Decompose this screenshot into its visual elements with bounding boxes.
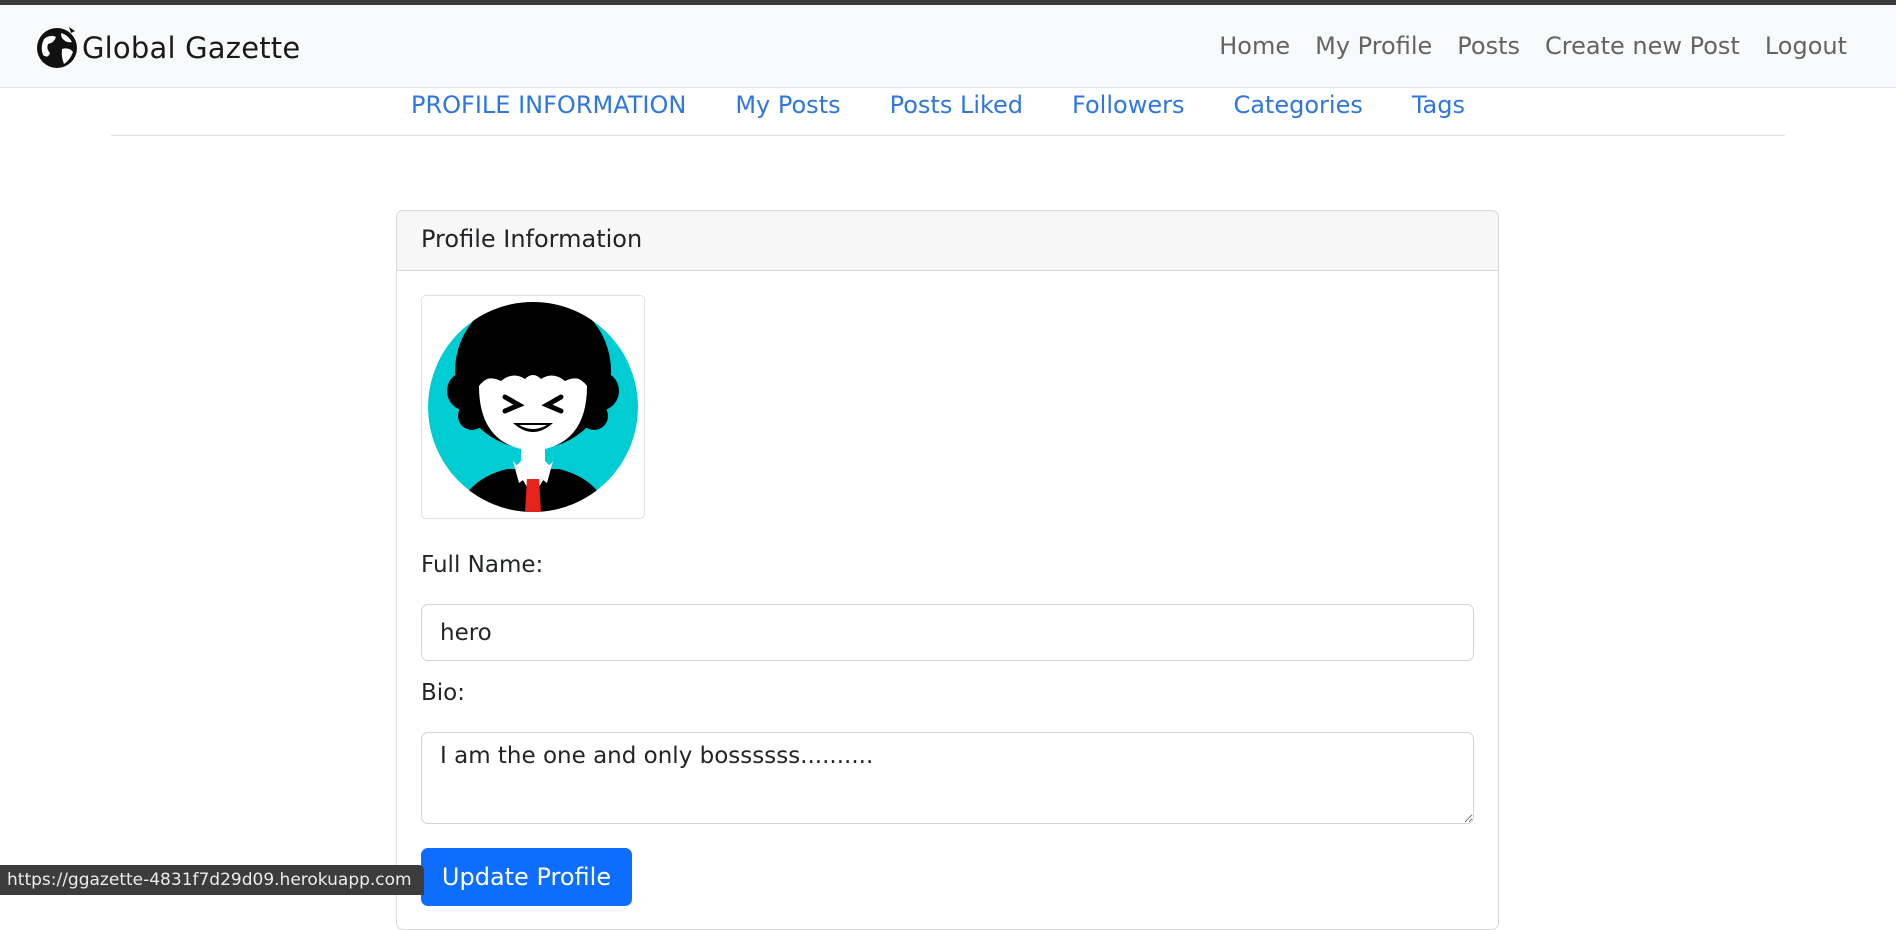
- full-name-label: Full Name:: [421, 552, 544, 578]
- subnav-tags[interactable]: Tags: [1412, 91, 1465, 119]
- subnav-posts-liked[interactable]: Posts Liked: [890, 91, 1023, 119]
- card-title: Profile Information: [397, 211, 1498, 271]
- nav-create-new-post[interactable]: Create new Post: [1545, 32, 1740, 60]
- subnav-my-posts[interactable]: My Posts: [735, 91, 840, 119]
- profile-subnav: PROFILE INFORMATION My Posts Posts Liked…: [111, 88, 1785, 136]
- bio-textarea[interactable]: I am the one and only bossssss..........: [421, 732, 1474, 824]
- globe-icon: [34, 25, 80, 71]
- brand-name: Global Gazette: [82, 31, 301, 65]
- subnav-followers[interactable]: Followers: [1072, 91, 1184, 119]
- nav-my-profile[interactable]: My Profile: [1315, 32, 1432, 60]
- top-navbar: Global Gazette Home My Profile Posts Cre…: [0, 5, 1896, 88]
- subnav-profile-information[interactable]: PROFILE INFORMATION: [411, 91, 686, 119]
- update-profile-button[interactable]: Update Profile: [421, 848, 632, 906]
- subnav-categories[interactable]: Categories: [1233, 91, 1362, 119]
- nav-logout[interactable]: Logout: [1765, 32, 1847, 60]
- bio-label: Bio:: [421, 680, 465, 706]
- nav-home[interactable]: Home: [1219, 32, 1290, 60]
- avatar: [421, 295, 645, 519]
- main-nav: Home My Profile Posts Create new Post Lo…: [1194, 32, 1847, 60]
- full-name-field[interactable]: [421, 604, 1474, 661]
- brand-link[interactable]: Global Gazette: [34, 23, 300, 73]
- profile-card: Profile Information Full Name: hero Bio:…: [396, 210, 1499, 930]
- nav-posts[interactable]: Posts: [1457, 32, 1520, 60]
- user-avatar-image: [428, 302, 638, 512]
- status-bar-url: https://ggazette-4831f7d29d09.herokuapp.…: [0, 865, 424, 895]
